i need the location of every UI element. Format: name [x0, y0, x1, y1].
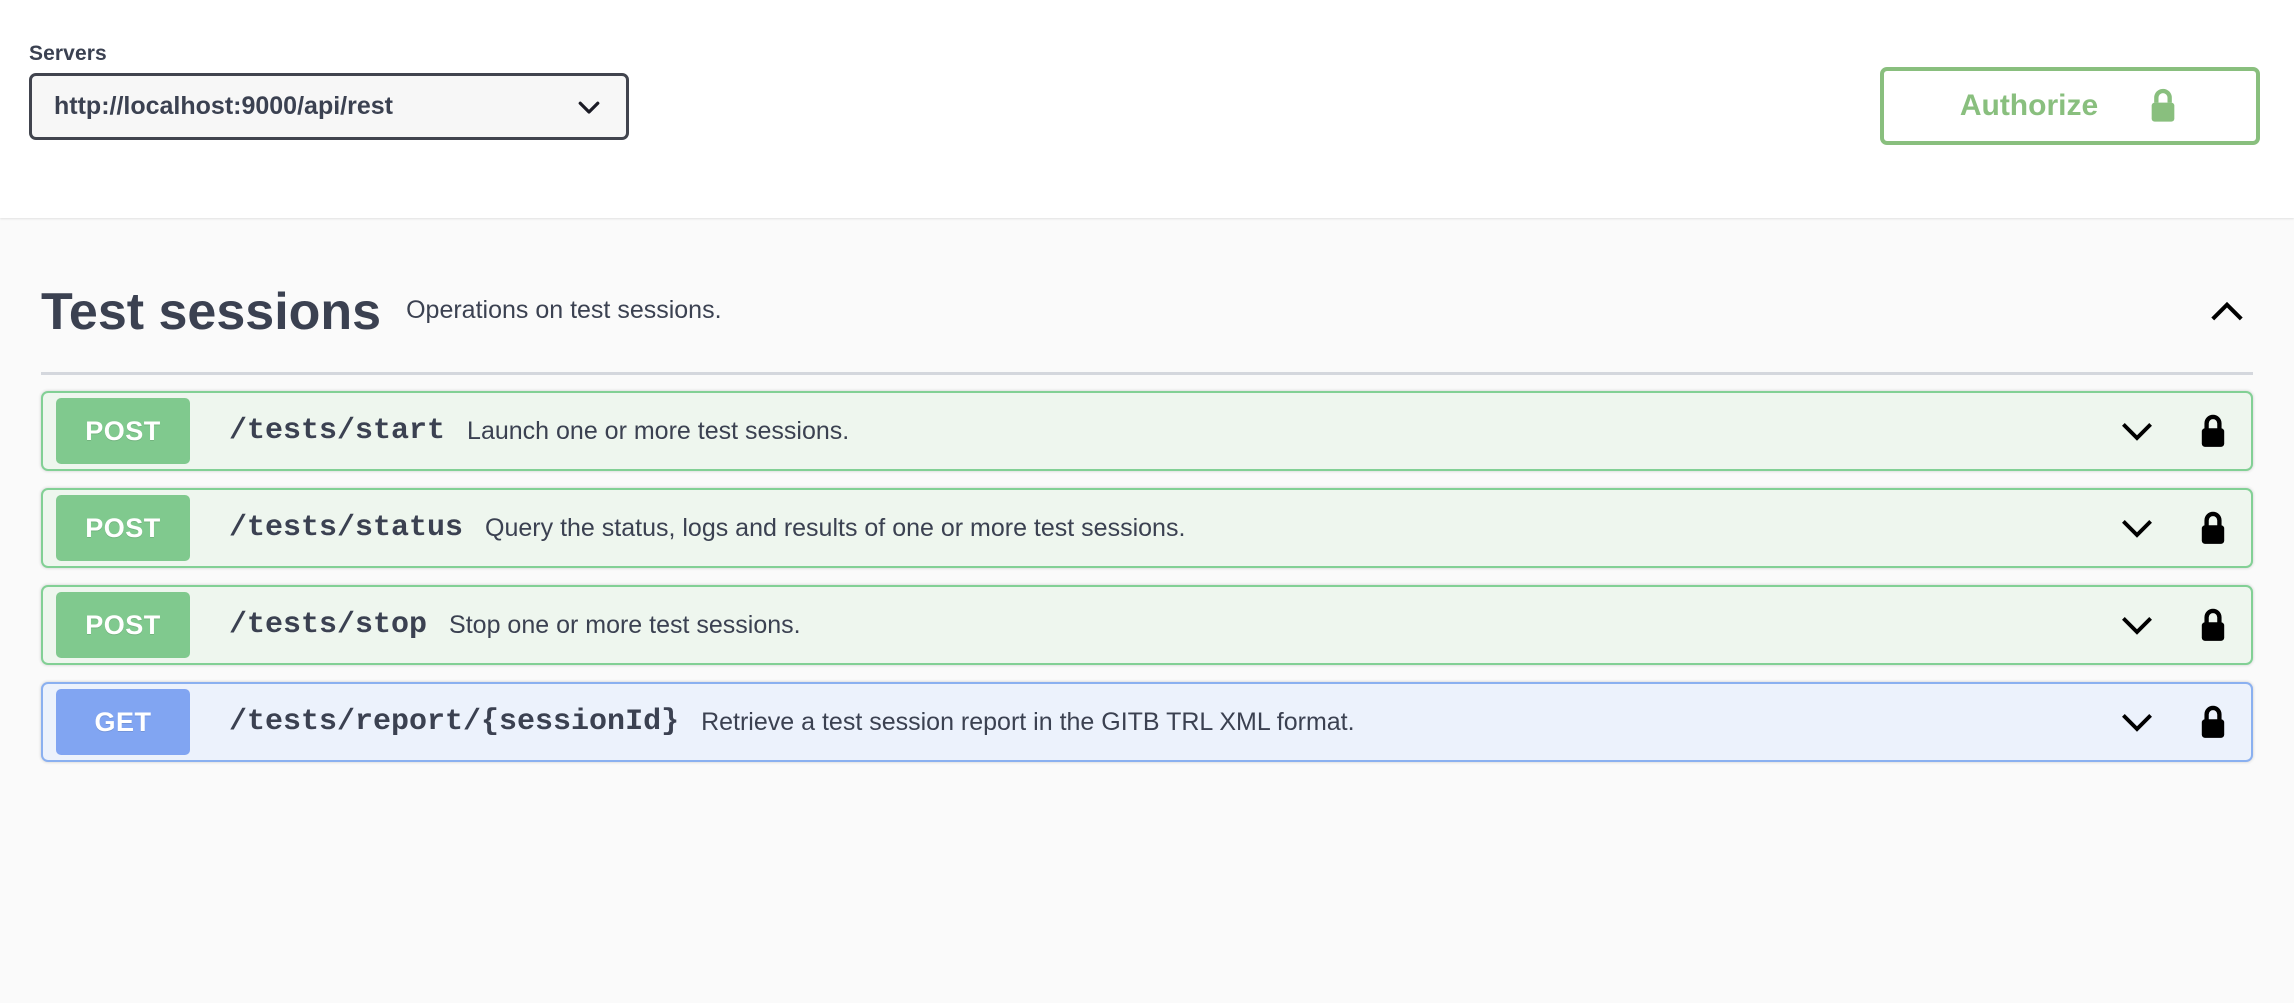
- operation-actions: [2116, 604, 2229, 646]
- lock-closed-icon: [2146, 86, 2180, 126]
- operation-path: /tests/status: [229, 511, 464, 545]
- operations-list: POST /tests/start Launch one or more tes…: [29, 375, 2265, 762]
- operation-description: Stop one or more test sessions.: [449, 610, 801, 639]
- tag-description: Operations on test sessions.: [406, 295, 722, 324]
- authorize-button-label: Authorize: [1959, 89, 2099, 122]
- operation-description: Launch one or more test sessions.: [467, 416, 850, 445]
- chevron-down-icon: [574, 92, 604, 122]
- lock-closed-icon[interactable]: [2197, 508, 2229, 548]
- method-badge: POST: [56, 592, 190, 658]
- tag-header-test-sessions[interactable]: Test sessions Operations on test session…: [29, 218, 2265, 344]
- chevron-down-icon[interactable]: [2116, 410, 2158, 452]
- operation-actions: [2116, 410, 2229, 452]
- chevron-down-icon[interactable]: [2116, 604, 2158, 646]
- operation-path: /tests/start: [229, 414, 446, 448]
- lock-closed-icon[interactable]: [2197, 411, 2229, 451]
- operation-row-tests-status[interactable]: POST /tests/status Query the status, log…: [41, 488, 2253, 568]
- chevron-up-icon[interactable]: [2205, 290, 2249, 334]
- operation-row-tests-start[interactable]: POST /tests/start Launch one or more tes…: [41, 391, 2253, 471]
- operation-description: Retrieve a test session report in the GI…: [701, 707, 1355, 736]
- operation-path: /tests/report/{sessionId}: [229, 705, 680, 739]
- lock-closed-icon[interactable]: [2197, 605, 2229, 645]
- servers-block: Servers http://localhost:9000/api/rest: [29, 42, 629, 140]
- content-area: Test sessions Operations on test session…: [0, 218, 2294, 1003]
- operation-description: Query the status, logs and results of on…: [485, 513, 1186, 542]
- method-badge: GET: [56, 689, 190, 755]
- method-badge: POST: [56, 398, 190, 464]
- operation-actions: [2116, 507, 2229, 549]
- chevron-down-icon[interactable]: [2116, 701, 2158, 743]
- operation-path: /tests/stop: [229, 608, 428, 642]
- operation-row-tests-stop[interactable]: POST /tests/stop Stop one or more test s…: [41, 585, 2253, 665]
- operation-row-tests-report[interactable]: GET /tests/report/{sessionId} Retrieve a…: [41, 682, 2253, 762]
- lock-closed-icon[interactable]: [2197, 702, 2229, 742]
- page-title: Test sessions: [41, 283, 382, 341]
- top-bar: Servers http://localhost:9000/api/rest A…: [0, 0, 2294, 218]
- method-badge: POST: [56, 495, 190, 561]
- authorize-button[interactable]: Authorize: [1880, 67, 2260, 145]
- servers-label: Servers: [29, 42, 107, 65]
- chevron-down-icon[interactable]: [2116, 507, 2158, 549]
- server-select[interactable]: http://localhost:9000/api/rest: [29, 73, 629, 140]
- tag-section-test-sessions: Test sessions Operations on test session…: [0, 218, 2294, 762]
- server-select-value: http://localhost:9000/api/rest: [54, 92, 393, 120]
- operation-actions: [2116, 701, 2229, 743]
